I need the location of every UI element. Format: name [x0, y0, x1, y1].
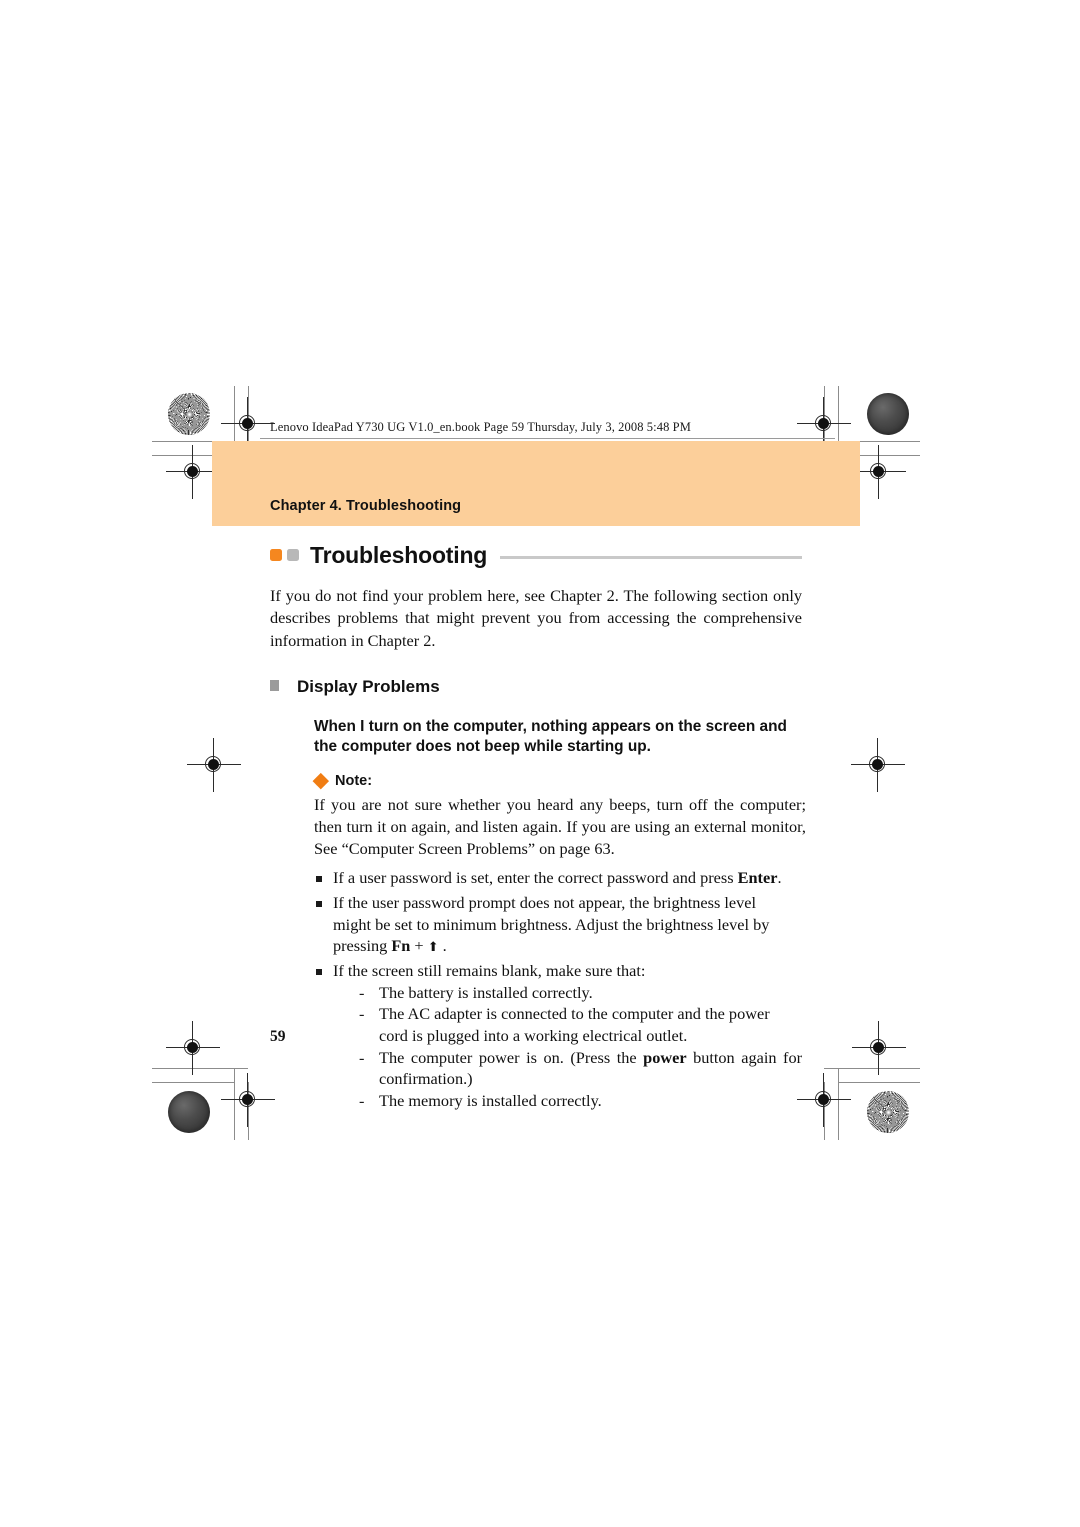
star-target-bottom-right: [867, 1091, 909, 1133]
bullet-3-text: If the screen still remains blank, make …: [333, 961, 646, 981]
chapter-banner-label: Chapter 4. Troubleshooting: [270, 498, 462, 514]
list-item: The computer power is on. (Press the pow…: [357, 1047, 802, 1090]
bullet-2-suffix: .: [438, 936, 447, 956]
chapter-banner: Chapter 4. Troubleshooting: [212, 441, 860, 526]
star-target-top-left: [168, 393, 210, 435]
registration-mark-left-upper: [166, 445, 220, 499]
display-problems-content: When I turn on the computer, nothing app…: [312, 717, 806, 1112]
printer-header-text: Lenovo IdeaPad Y730 UG V1.0_en.book Page…: [270, 420, 691, 434]
note-header-row: Note:: [312, 772, 802, 789]
display-problems-heading: Display Problems: [297, 676, 440, 696]
registration-mark-right-lower: [852, 1021, 906, 1075]
page-body: Troubleshooting If you do not find your …: [270, 538, 806, 1112]
note-line-1: If you are not sure whether you heard an…: [314, 794, 806, 814]
problem-question: When I turn on the computer, nothing app…: [314, 717, 787, 756]
note-body: If you are not sure whether you heard an…: [314, 794, 806, 859]
density-patch-bottom-left: [168, 1091, 210, 1133]
document-page: Lenovo IdeaPad Y730 UG V1.0_en.book Page…: [212, 408, 860, 1111]
density-patch-top-right: [867, 393, 909, 435]
troubleshooting-bullet-list: If a user password is set, enter the cor…: [314, 867, 802, 1111]
intro-paragraph: If you do not find your problem here, se…: [270, 586, 802, 650]
page-title: Troubleshooting: [310, 541, 488, 568]
page-number: 59: [270, 1028, 286, 1045]
note-line-3: See “Computer Screen Problems” on page 6…: [314, 838, 615, 858]
list-item: If a user password is set, enter the cor…: [314, 867, 802, 889]
bullet-1-text: If a user password is set, enter the cor…: [333, 868, 738, 888]
registration-mark-right-middle: [851, 738, 905, 792]
diamond-cluster-icon: [312, 772, 329, 789]
square-bullet-icon: [270, 679, 279, 691]
registration-mark-left-lower: [166, 1021, 220, 1075]
bullet-1-bold: Enter: [737, 868, 778, 888]
list-item: If the screen still remains blank, make …: [314, 960, 802, 1112]
sub-item-3-prefix: The computer power is on. (Press the: [379, 1047, 644, 1067]
list-item: The AC adapter is connected to the compu…: [357, 1003, 802, 1046]
note-line-2: then turn it on again, and listen again.…: [314, 816, 806, 836]
bullet-2-plus: +: [410, 936, 428, 956]
gray-square-marker-icon: [287, 549, 299, 561]
bullet-2-line-1: If the user password prompt does not app…: [333, 893, 757, 913]
bullet-1-tail: .: [777, 868, 782, 888]
registration-mark-right-upper: [852, 445, 906, 499]
section-title-row: Troubleshooting: [270, 538, 802, 572]
up-arrow-icon: ⬆: [427, 939, 439, 955]
bullet-2-prefix: pressing: [333, 936, 392, 956]
orange-square-marker-icon: [270, 549, 282, 561]
fn-key-label: Fn: [391, 936, 411, 956]
display-problems-heading-row: Display Problems: [270, 677, 802, 697]
sub-item-4: The memory is installed correctly.: [379, 1091, 602, 1111]
sub-item-2: The AC adapter is connected to the compu…: [379, 1004, 770, 1046]
power-button-label: power: [643, 1047, 687, 1067]
header-divider: [260, 438, 835, 439]
troubleshooting-sub-list: The battery is installed correctly. The …: [333, 982, 802, 1112]
title-rule: [500, 555, 802, 559]
sub-item-1: The battery is installed correctly.: [379, 982, 593, 1002]
bullet-2-line-3: pressing Fn + ⬆ .: [333, 935, 802, 957]
list-item: The battery is installed correctly.: [357, 982, 802, 1004]
list-item: The memory is installed correctly.: [357, 1090, 802, 1112]
list-item: If the user password prompt does not app…: [314, 892, 802, 957]
note-label: Note:: [335, 772, 373, 789]
bullet-2-line-2: might be set to minimum brightness. Adju…: [333, 914, 770, 934]
